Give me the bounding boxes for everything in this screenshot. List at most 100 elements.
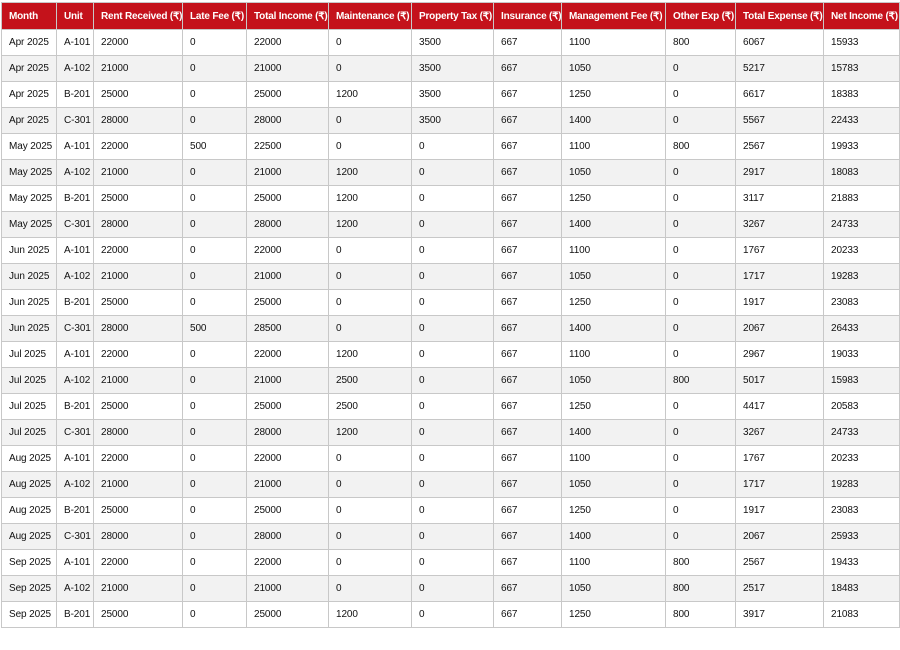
cell-property-tax[interactable]: 0 <box>411 497 494 524</box>
cell-other-exp[interactable]: 0 <box>665 289 736 316</box>
cell-total-expense[interactable]: 2517 <box>735 575 824 602</box>
cell-total-income[interactable]: 25000 <box>246 393 329 420</box>
column-header-total-expense[interactable]: Total Expense (₹) <box>735 2 824 30</box>
cell-total-expense[interactable]: 3267 <box>735 419 824 446</box>
cell-month[interactable]: Aug 2025 <box>1 471 57 498</box>
cell-month[interactable]: Aug 2025 <box>1 445 57 472</box>
cell-late-fee[interactable]: 500 <box>182 133 247 160</box>
cell-late-fee[interactable]: 0 <box>182 367 247 394</box>
cell-rent-received[interactable]: 28000 <box>93 315 183 342</box>
cell-management-fee[interactable]: 1050 <box>561 575 666 602</box>
cell-other-exp[interactable]: 0 <box>665 185 736 212</box>
cell-property-tax[interactable]: 0 <box>411 549 494 576</box>
cell-insurance[interactable]: 667 <box>493 289 562 316</box>
cell-net-income[interactable]: 19283 <box>823 263 900 290</box>
cell-management-fee[interactable]: 1400 <box>561 419 666 446</box>
cell-month[interactable]: Jun 2025 <box>1 237 57 264</box>
cell-rent-received[interactable]: 21000 <box>93 263 183 290</box>
cell-month[interactable]: May 2025 <box>1 211 57 238</box>
cell-rent-received[interactable]: 25000 <box>93 289 183 316</box>
cell-late-fee[interactable]: 0 <box>182 601 247 628</box>
cell-unit[interactable]: C-301 <box>56 107 94 134</box>
cell-property-tax[interactable]: 3500 <box>411 55 494 82</box>
cell-management-fee[interactable]: 1050 <box>561 55 666 82</box>
cell-property-tax[interactable]: 0 <box>411 445 494 472</box>
cell-property-tax[interactable]: 0 <box>411 211 494 238</box>
cell-management-fee[interactable]: 1400 <box>561 523 666 550</box>
cell-month[interactable]: Jul 2025 <box>1 393 57 420</box>
cell-total-income[interactable]: 22000 <box>246 237 329 264</box>
cell-late-fee[interactable]: 0 <box>182 289 247 316</box>
cell-other-exp[interactable]: 800 <box>665 575 736 602</box>
cell-maintenance[interactable]: 1200 <box>328 81 412 108</box>
cell-month[interactable]: Apr 2025 <box>1 29 57 56</box>
cell-maintenance[interactable]: 0 <box>328 107 412 134</box>
cell-total-income[interactable]: 21000 <box>246 575 329 602</box>
cell-property-tax[interactable]: 0 <box>411 263 494 290</box>
cell-month[interactable]: Apr 2025 <box>1 55 57 82</box>
cell-rent-received[interactable]: 22000 <box>93 237 183 264</box>
cell-total-income[interactable]: 28000 <box>246 523 329 550</box>
cell-rent-received[interactable]: 22000 <box>93 133 183 160</box>
cell-property-tax[interactable]: 0 <box>411 159 494 186</box>
cell-rent-received[interactable]: 28000 <box>93 419 183 446</box>
cell-maintenance[interactable]: 1200 <box>328 341 412 368</box>
cell-other-exp[interactable]: 0 <box>665 341 736 368</box>
cell-total-expense[interactable]: 1717 <box>735 263 824 290</box>
cell-unit[interactable]: C-301 <box>56 523 94 550</box>
cell-net-income[interactable]: 19033 <box>823 341 900 368</box>
cell-other-exp[interactable]: 0 <box>665 497 736 524</box>
cell-total-income[interactable]: 22000 <box>246 341 329 368</box>
cell-other-exp[interactable]: 0 <box>665 523 736 550</box>
cell-unit[interactable]: A-102 <box>56 367 94 394</box>
cell-total-expense[interactable]: 5017 <box>735 367 824 394</box>
cell-net-income[interactable]: 21083 <box>823 601 900 628</box>
cell-maintenance[interactable]: 0 <box>328 133 412 160</box>
cell-rent-received[interactable]: 21000 <box>93 575 183 602</box>
cell-other-exp[interactable]: 800 <box>665 367 736 394</box>
cell-total-expense[interactable]: 1717 <box>735 471 824 498</box>
cell-property-tax[interactable]: 0 <box>411 133 494 160</box>
cell-late-fee[interactable]: 0 <box>182 575 247 602</box>
cell-late-fee[interactable]: 0 <box>182 263 247 290</box>
cell-insurance[interactable]: 667 <box>493 393 562 420</box>
cell-month[interactable]: Aug 2025 <box>1 523 57 550</box>
cell-total-expense[interactable]: 2067 <box>735 523 824 550</box>
cell-unit[interactable]: C-301 <box>56 419 94 446</box>
cell-month[interactable]: May 2025 <box>1 159 57 186</box>
cell-total-expense[interactable]: 6067 <box>735 29 824 56</box>
cell-net-income[interactable]: 26433 <box>823 315 900 342</box>
cell-other-exp[interactable]: 800 <box>665 133 736 160</box>
column-header-insurance[interactable]: Insurance (₹) <box>493 2 562 30</box>
cell-insurance[interactable]: 667 <box>493 211 562 238</box>
cell-maintenance[interactable]: 0 <box>328 55 412 82</box>
cell-late-fee[interactable]: 0 <box>182 419 247 446</box>
cell-month[interactable]: Apr 2025 <box>1 81 57 108</box>
cell-maintenance[interactable]: 1200 <box>328 185 412 212</box>
cell-property-tax[interactable]: 0 <box>411 367 494 394</box>
cell-maintenance[interactable]: 1200 <box>328 601 412 628</box>
cell-unit[interactable]: B-201 <box>56 497 94 524</box>
cell-other-exp[interactable]: 0 <box>665 471 736 498</box>
cell-insurance[interactable]: 667 <box>493 575 562 602</box>
cell-unit[interactable]: A-101 <box>56 29 94 56</box>
cell-total-expense[interactable]: 4417 <box>735 393 824 420</box>
cell-maintenance[interactable]: 0 <box>328 237 412 264</box>
cell-net-income[interactable]: 23083 <box>823 497 900 524</box>
cell-net-income[interactable]: 15983 <box>823 367 900 394</box>
cell-management-fee[interactable]: 1050 <box>561 471 666 498</box>
cell-late-fee[interactable]: 0 <box>182 341 247 368</box>
cell-other-exp[interactable]: 0 <box>665 159 736 186</box>
column-header-late-fee[interactable]: Late Fee (₹) <box>182 2 247 30</box>
cell-net-income[interactable]: 23083 <box>823 289 900 316</box>
cell-total-income[interactable]: 25000 <box>246 81 329 108</box>
cell-month[interactable]: Jun 2025 <box>1 315 57 342</box>
cell-rent-received[interactable]: 22000 <box>93 445 183 472</box>
cell-maintenance[interactable]: 0 <box>328 549 412 576</box>
cell-insurance[interactable]: 667 <box>493 263 562 290</box>
cell-total-expense[interactable]: 2567 <box>735 549 824 576</box>
cell-net-income[interactable]: 15783 <box>823 55 900 82</box>
cell-rent-received[interactable]: 21000 <box>93 471 183 498</box>
cell-net-income[interactable]: 15933 <box>823 29 900 56</box>
cell-month[interactable]: May 2025 <box>1 185 57 212</box>
